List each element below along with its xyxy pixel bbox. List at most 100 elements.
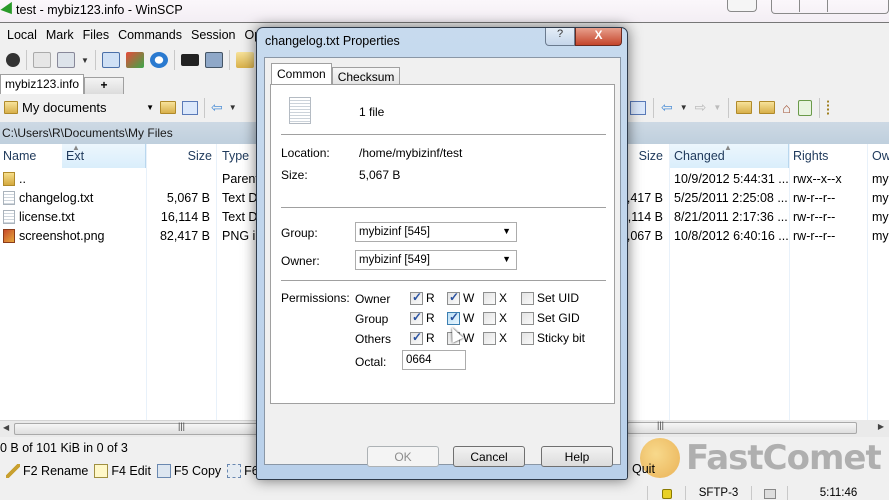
group-write-checkbox[interactable]: W bbox=[447, 310, 474, 325]
compression-icon bbox=[763, 489, 776, 499]
resize-icon[interactable] bbox=[727, 0, 757, 12]
menu-files[interactable]: Files bbox=[83, 28, 109, 42]
local-horizontal-scrollbar[interactable]: ◀ ||| bbox=[0, 420, 260, 437]
text-file-icon bbox=[3, 191, 15, 205]
perm-group-label: Group bbox=[355, 312, 389, 326]
column-rights[interactable]: Rights bbox=[793, 144, 863, 168]
scroll-right-arrow-icon[interactable]: ▶ bbox=[878, 422, 884, 431]
set-gid-checkbox[interactable]: Set GID bbox=[521, 311, 580, 325]
group-select[interactable]: mybizinf [545] ▼ bbox=[355, 222, 517, 242]
transfer-folders-icon[interactable] bbox=[235, 52, 254, 68]
forward-arrow-icon[interactable]: ⇨ bbox=[695, 99, 707, 116]
back-arrow-icon[interactable]: ⇦ bbox=[211, 99, 223, 116]
file-row-parent[interactable]: .. Parent bbox=[0, 170, 260, 189]
column-name[interactable]: Name bbox=[3, 144, 63, 168]
dialog-help-icon[interactable]: ? bbox=[545, 28, 575, 46]
preferences-gear-icon[interactable] bbox=[6, 53, 20, 67]
file-row-changelog[interactable]: changelog.txt 5,067 B Text D bbox=[0, 189, 260, 208]
session-tab-mybiz123[interactable]: mybiz123.info bbox=[0, 74, 85, 94]
dialog-close-icon[interactable]: X bbox=[575, 28, 622, 46]
set-uid-checkbox[interactable]: Set UID bbox=[521, 291, 579, 305]
remote-row[interactable]: ,417 B 5/25/2011 2:25:08 ... rw-r--r-- m… bbox=[627, 189, 889, 208]
others-read-checkbox[interactable]: R bbox=[410, 330, 435, 345]
file-row-license[interactable]: license.txt 16,114 B Text D bbox=[0, 208, 260, 227]
forward-dropdown-icon[interactable]: ▼ bbox=[713, 103, 721, 112]
toolbar-separator bbox=[228, 50, 230, 70]
synchronize-icon[interactable] bbox=[125, 52, 144, 68]
open-folder-icon[interactable] bbox=[160, 101, 176, 114]
sticky-bit-checkbox[interactable]: Sticky bit bbox=[521, 331, 585, 345]
owner-execute-checkbox[interactable]: X bbox=[483, 291, 507, 305]
f4-edit-button[interactable]: F4 Edit bbox=[94, 464, 151, 479]
refresh-sync-icon[interactable] bbox=[149, 52, 168, 68]
minimize-button[interactable] bbox=[772, 0, 800, 12]
permissions-label: Permissions: bbox=[281, 291, 350, 305]
f2-rename-button[interactable]: F2 Rename bbox=[6, 464, 88, 479]
home-icon[interactable]: ⌂ bbox=[782, 100, 790, 116]
help-button[interactable]: Help bbox=[541, 446, 613, 467]
octal-input[interactable]: 0664 bbox=[402, 350, 466, 370]
maximize-button[interactable] bbox=[800, 0, 828, 12]
remote-row[interactable]: ,114 B 8/21/2011 2:17:36 ... rw-r--r-- m… bbox=[627, 208, 889, 227]
menu-commands[interactable]: Commands bbox=[118, 28, 182, 42]
toolbar-separator bbox=[818, 97, 820, 118]
common-tab-panel: 1 file Location: /home/mybizinf/test Siz… bbox=[270, 84, 615, 404]
remote-row[interactable]: ,067 B 10/8/2012 6:40:16 ... rw-r--r-- m… bbox=[627, 227, 889, 246]
compare-directories-icon[interactable] bbox=[101, 52, 120, 68]
cancel-button[interactable]: Cancel bbox=[453, 446, 525, 467]
open-terminal-icon[interactable] bbox=[33, 52, 51, 68]
owner-write-checkbox[interactable]: W bbox=[447, 290, 474, 305]
queue-icon[interactable] bbox=[57, 52, 75, 68]
tree-view-icon[interactable] bbox=[826, 99, 841, 116]
menu-mark[interactable]: Mark bbox=[46, 28, 74, 42]
parent-directory-icon[interactable] bbox=[736, 101, 753, 114]
filter-icon[interactable] bbox=[182, 100, 198, 115]
edit-icon bbox=[94, 464, 109, 479]
menu-local[interactable]: Local bbox=[7, 28, 37, 42]
statusbar: SFTP-3 5:11:46 bbox=[627, 486, 889, 500]
remote-horizontal-scrollbar[interactable]: ||| ▶ bbox=[627, 420, 889, 437]
f5-copy-button[interactable]: F5 Copy bbox=[156, 464, 221, 479]
scrollbar-thumb[interactable] bbox=[14, 423, 260, 435]
others-execute-checkbox[interactable]: X bbox=[483, 331, 507, 345]
back-arrow-icon[interactable]: ⇦ bbox=[661, 99, 673, 116]
dialog-title: changelog.txt Properties bbox=[265, 34, 400, 48]
f6-move-button[interactable]: F6 bbox=[227, 464, 259, 479]
menu-session[interactable]: Session bbox=[191, 28, 235, 42]
remote-row[interactable]: 10/9/2012 5:44:31 ... rwx--x--x my bbox=[627, 170, 889, 189]
local-location-combo[interactable]: My documents ▼ bbox=[4, 98, 154, 118]
session-tabs: mybiz123.info + bbox=[0, 74, 125, 94]
queue-dropdown-icon[interactable]: ▼ bbox=[81, 56, 89, 65]
group-read-checkbox[interactable]: R bbox=[410, 310, 435, 325]
putty-icon[interactable] bbox=[204, 52, 223, 68]
chevron-down-icon[interactable]: ▼ bbox=[146, 103, 154, 112]
column-size[interactable]: Size bbox=[627, 144, 663, 168]
quit-button[interactable]: Quit bbox=[632, 462, 655, 476]
tab-checksum[interactable]: Checksum bbox=[331, 67, 401, 84]
window-controls bbox=[727, 0, 889, 14]
tab-common[interactable]: Common bbox=[271, 63, 332, 84]
back-dropdown-icon[interactable]: ▼ bbox=[680, 103, 688, 112]
console-icon[interactable] bbox=[180, 54, 199, 66]
toolbar-separator bbox=[728, 97, 730, 118]
column-owner[interactable]: Ow bbox=[872, 144, 889, 168]
scroll-left-arrow-icon[interactable]: ◀ bbox=[3, 423, 9, 432]
copy-icon bbox=[156, 464, 171, 479]
session-time: 5:11:46 bbox=[787, 486, 889, 500]
back-dropdown-icon[interactable]: ▼ bbox=[229, 103, 237, 112]
column-size[interactable]: Size bbox=[146, 144, 212, 168]
new-session-tab[interactable]: + bbox=[84, 77, 125, 94]
filter-icon[interactable] bbox=[630, 100, 646, 115]
file-row-screenshot[interactable]: screenshot.png 82,417 B PNG in bbox=[0, 227, 262, 246]
column-changed[interactable]: ▲ Changed bbox=[669, 143, 789, 168]
root-directory-icon[interactable] bbox=[759, 101, 776, 114]
column-ext[interactable]: ▲ Ext bbox=[62, 143, 146, 168]
scrollbar-grip-icon: ||| bbox=[657, 420, 665, 430]
close-window-button[interactable] bbox=[828, 0, 888, 12]
ok-button[interactable]: OK bbox=[367, 446, 439, 467]
refresh-icon[interactable] bbox=[797, 99, 812, 116]
fastcomet-watermark: FastComet bbox=[640, 438, 882, 478]
owner-select[interactable]: mybizinf [549] ▼ bbox=[355, 250, 517, 270]
group-execute-checkbox[interactable]: X bbox=[483, 311, 507, 325]
owner-read-checkbox[interactable]: R bbox=[410, 290, 435, 305]
